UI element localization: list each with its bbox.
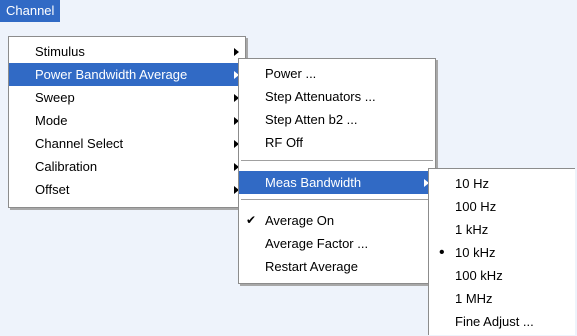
- menu-item-calibration[interactable]: Calibration: [9, 155, 245, 178]
- checkmark-icon: ✔: [246, 213, 257, 227]
- menu-item-label: 100 kHz: [455, 268, 503, 283]
- menu-item-power-bandwidth-average[interactable]: Power Bandwidth Average: [9, 63, 245, 86]
- menu-item-power[interactable]: Power ...: [239, 62, 435, 85]
- menu-item-label: 1 kHz: [455, 222, 489, 237]
- menu-item-mode[interactable]: Mode: [9, 109, 245, 132]
- menu-item-label: Channel Select: [35, 136, 124, 151]
- menu-item-label: Mode: [35, 113, 68, 128]
- menu-item-label: Step Atten b2 ...: [265, 112, 358, 127]
- menu-item-label: Offset: [35, 182, 70, 197]
- menu-item-1-mhz[interactable]: 1 MHz: [429, 287, 575, 310]
- menu-item-1-khz[interactable]: 1 kHz: [429, 218, 575, 241]
- menu-item-label: 10 Hz: [455, 176, 489, 191]
- menu-item-10-khz[interactable]: • 10 kHz: [429, 241, 575, 264]
- menu-item-label: Average Factor ...: [265, 236, 369, 251]
- menu-item-label: Calibration: [35, 159, 98, 174]
- channel-menu: Stimulus Power Bandwidth Average Sweep M…: [8, 36, 246, 208]
- menu-item-label: Step Attenuators ...: [265, 89, 376, 104]
- menu-separator: [241, 160, 433, 162]
- meas-bandwidth-menu: 10 Hz 100 Hz 1 kHz • 10 kHz 100 kHz 1 MH…: [428, 168, 575, 335]
- menu-item-label: Average On: [265, 213, 335, 228]
- menu-item-step-atten-b2[interactable]: Step Atten b2 ...: [239, 108, 435, 131]
- menu-item-average-on[interactable]: ✔ Average On: [239, 209, 435, 232]
- menu-item-fine-adjust[interactable]: Fine Adjust ...: [429, 310, 575, 333]
- menu-item-restart-average[interactable]: Restart Average: [239, 255, 435, 278]
- menu-item-label: Stimulus: [35, 44, 85, 59]
- menu-item-label: 1 MHz: [455, 291, 493, 306]
- menu-item-100-khz[interactable]: 100 kHz: [429, 264, 575, 287]
- menu-item-100-hz[interactable]: 100 Hz: [429, 195, 575, 218]
- menu-item-label: Meas Bandwidth: [265, 175, 362, 190]
- menu-item-label: Sweep: [35, 90, 75, 105]
- menu-item-meas-bandwidth[interactable]: Meas Bandwidth: [239, 171, 435, 194]
- menubar-channel[interactable]: Channel: [0, 0, 61, 22]
- menu-item-label: RF Off: [265, 135, 304, 150]
- menu-item-label: Fine Adjust ...: [455, 314, 534, 329]
- power-bandwidth-average-menu: Power ... Step Attenuators ... Step Atte…: [238, 58, 436, 284]
- menu-item-stimulus[interactable]: Stimulus: [9, 40, 245, 63]
- menu-item-rf-off[interactable]: RF Off: [239, 131, 435, 154]
- menu-item-step-attenuators[interactable]: Step Attenuators ...: [239, 85, 435, 108]
- menu-item-channel-select[interactable]: Channel Select: [9, 132, 245, 155]
- menu-item-sweep[interactable]: Sweep: [9, 86, 245, 109]
- menu-separator: [241, 199, 433, 201]
- menu-item-label: Power Bandwidth Average: [35, 67, 188, 82]
- menu-item-offset[interactable]: Offset: [9, 178, 245, 201]
- menu-item-10-hz[interactable]: 10 Hz: [429, 172, 575, 195]
- submenu-arrow-icon: [234, 48, 239, 56]
- menu-item-average-factor[interactable]: Average Factor ...: [239, 232, 435, 255]
- menu-item-label: Restart Average: [265, 259, 358, 274]
- menu-item-label: 10 kHz: [455, 245, 496, 260]
- menu-item-label: Power ...: [265, 66, 317, 81]
- radio-bullet-icon: •: [439, 244, 445, 261]
- menu-item-label: 100 Hz: [455, 199, 497, 214]
